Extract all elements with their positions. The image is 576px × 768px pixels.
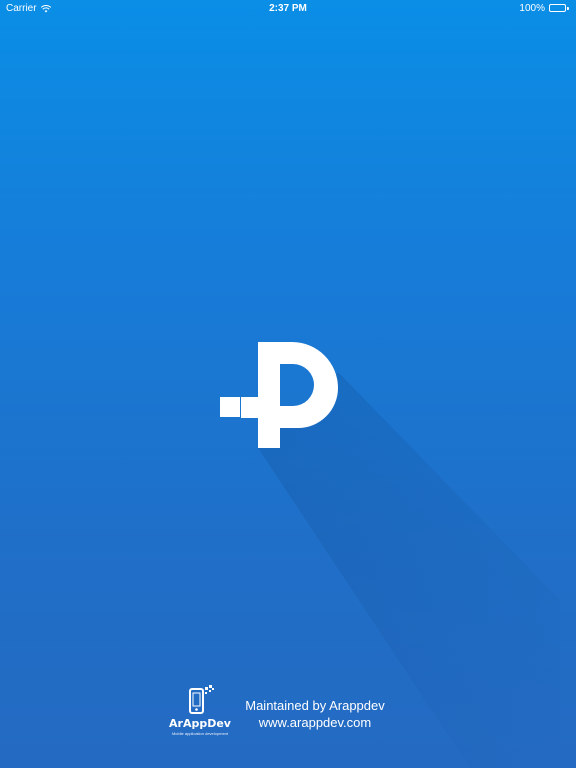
- footer: ArAppDev Mobile application development …: [0, 684, 576, 744]
- phone-icon: [189, 685, 214, 714]
- maintained-by-text: Maintained by Arappdev: [245, 698, 385, 713]
- logo-area: [0, 0, 576, 768]
- website-link[interactable]: www.arappdev.com: [240, 715, 390, 731]
- brand-name: ArAppDev: [169, 717, 231, 730]
- logo-dot: [220, 397, 240, 417]
- brand-tagline: Mobile application development: [171, 731, 229, 736]
- splash-screen: Carrier 2:37 PM 100% ArAppDev Mobile app…: [0, 0, 576, 768]
- p-logo-icon: [220, 342, 560, 768]
